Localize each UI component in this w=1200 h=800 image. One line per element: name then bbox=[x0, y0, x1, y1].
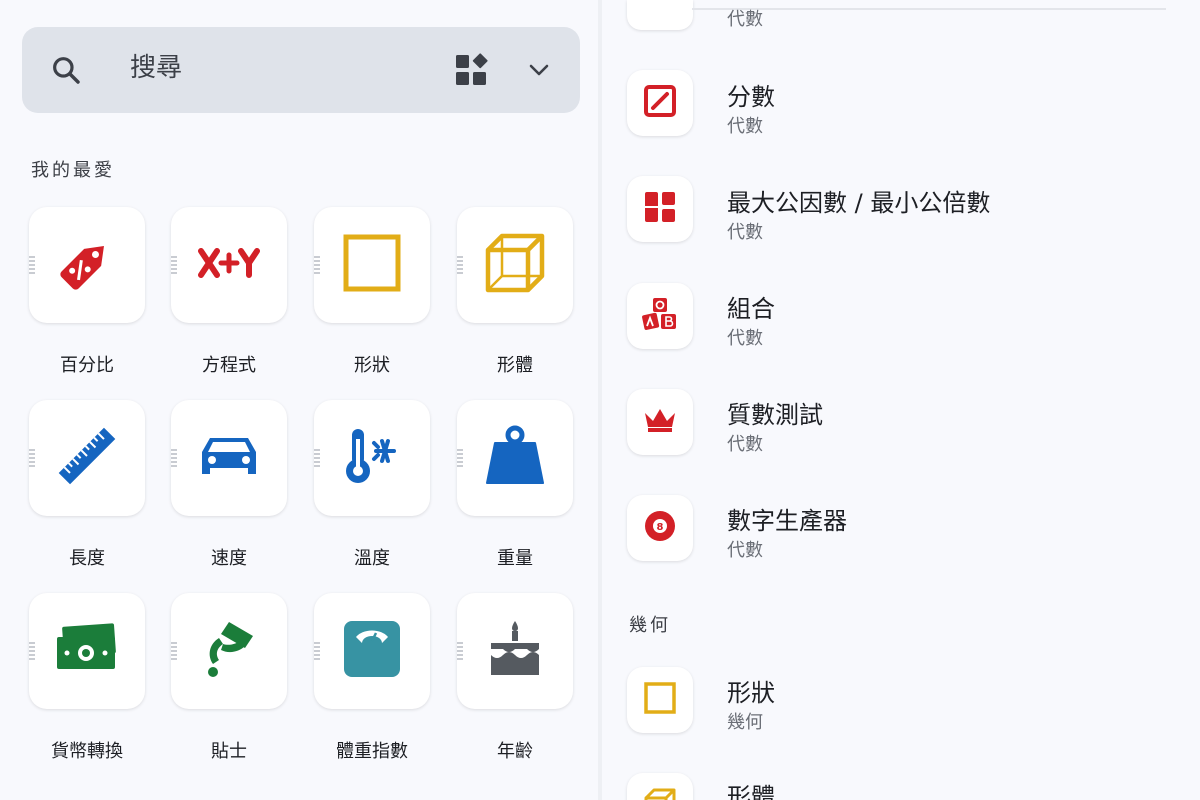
x-plus-y-icon bbox=[197, 243, 261, 287]
crown-icon bbox=[643, 407, 677, 437]
favorite-currency[interactable] bbox=[29, 593, 145, 709]
favorite-label: 形狀 bbox=[354, 355, 390, 376]
weight-icon bbox=[485, 425, 545, 491]
drag-handle[interactable] bbox=[29, 449, 35, 467]
list-item-sub: 代數 bbox=[727, 9, 763, 30]
drag-handle[interactable] bbox=[457, 449, 463, 467]
favorite-label: 百分比 bbox=[60, 355, 114, 376]
drag-handle[interactable] bbox=[171, 642, 177, 660]
cube-icon bbox=[484, 232, 546, 298]
favorite-bmi[interactable] bbox=[314, 593, 430, 709]
list-item-solid[interactable] bbox=[627, 773, 693, 800]
favorite-solid[interactable] bbox=[457, 207, 573, 323]
list-item-title[interactable]: 最大公因數 / 最小公倍數 bbox=[727, 183, 990, 218]
scale-icon bbox=[342, 619, 402, 683]
list-item-sub: 幾何 bbox=[727, 712, 763, 733]
thermometer-snow-icon bbox=[342, 425, 402, 491]
favorite-label: 貼士 bbox=[211, 741, 247, 762]
favorite-label: 形體 bbox=[497, 355, 533, 376]
category-grid-icon[interactable] bbox=[454, 53, 490, 87]
favorites-panel: 我的最愛 百分比 方程式 形狀 形體 bbox=[0, 0, 598, 800]
square-icon bbox=[342, 233, 402, 297]
search-input[interactable] bbox=[130, 53, 430, 83]
favorite-shape[interactable] bbox=[314, 207, 430, 323]
favorite-label: 年齡 bbox=[497, 741, 533, 762]
cube-icon bbox=[643, 787, 677, 800]
list-item-title[interactable]: 數字生產器 bbox=[727, 501, 847, 536]
drag-handle[interactable] bbox=[29, 642, 35, 660]
blocks-icon bbox=[643, 190, 677, 228]
birthday-cake-icon bbox=[487, 619, 543, 683]
favorite-temperature[interactable] bbox=[314, 400, 430, 516]
list-item-fraction[interactable] bbox=[627, 70, 693, 136]
search-bar[interactable] bbox=[22, 27, 580, 113]
list-item-number-generator[interactable]: 8 bbox=[627, 495, 693, 561]
favorite-label: 貨幣轉換 bbox=[51, 741, 123, 762]
favorite-label: 速度 bbox=[211, 548, 247, 569]
drag-handle[interactable] bbox=[314, 642, 320, 660]
fraction-icon bbox=[643, 84, 677, 122]
favorite-label: 重量 bbox=[497, 548, 533, 569]
list-item-prime-test[interactable] bbox=[627, 389, 693, 455]
list-item-sub: 代數 bbox=[727, 116, 763, 137]
list-item-title[interactable]: 形狀 bbox=[727, 673, 775, 708]
svg-text:8: 8 bbox=[657, 522, 664, 533]
ruler-icon bbox=[55, 424, 119, 492]
favorite-equation[interactable] bbox=[171, 207, 287, 323]
drag-handle[interactable] bbox=[314, 256, 320, 274]
list-item-sub: 代數 bbox=[727, 328, 763, 349]
list-item-title[interactable]: 分數 bbox=[727, 77, 775, 112]
banknote-icon bbox=[55, 623, 119, 679]
list-item-sub: 代數 bbox=[727, 222, 763, 243]
list-item-gcd-lcm[interactable] bbox=[627, 176, 693, 242]
list-item-combination[interactable] bbox=[627, 283, 693, 349]
divider bbox=[692, 8, 1166, 10]
percent-tag-icon bbox=[55, 231, 119, 299]
drag-handle[interactable] bbox=[29, 256, 35, 274]
favorite-percent[interactable] bbox=[29, 207, 145, 323]
favorite-age[interactable] bbox=[457, 593, 573, 709]
chevron-down-icon[interactable] bbox=[525, 57, 553, 83]
eight-ball-icon: 8 bbox=[643, 509, 677, 547]
car-icon bbox=[198, 432, 260, 484]
drag-handle[interactable] bbox=[171, 449, 177, 467]
search-icon[interactable] bbox=[50, 54, 82, 86]
favorite-label: 長度 bbox=[69, 548, 105, 569]
list-item-shape[interactable] bbox=[627, 667, 693, 733]
square-icon bbox=[643, 681, 677, 719]
favorite-label: 方程式 bbox=[202, 355, 256, 376]
drag-handle[interactable] bbox=[171, 256, 177, 274]
favorite-label: 體重指數 bbox=[336, 741, 408, 762]
tip-hand-icon bbox=[199, 618, 259, 684]
favorite-tip[interactable] bbox=[171, 593, 287, 709]
favorite-weight[interactable] bbox=[457, 400, 573, 516]
drag-handle[interactable] bbox=[457, 642, 463, 660]
drag-handle[interactable] bbox=[457, 256, 463, 274]
favorite-label: 溫度 bbox=[354, 548, 390, 569]
abc-blocks-icon bbox=[642, 297, 678, 335]
list-item-title[interactable]: 形體 bbox=[727, 777, 775, 800]
list-item-sub: 代數 bbox=[727, 434, 763, 455]
section-header-geometry: 幾何 bbox=[629, 615, 671, 636]
calculator-list-panel: 代數 分數 代數 最大公因數 / 最小公倍數 代數 組合 代數 質數測試 代數 … bbox=[602, 0, 1200, 800]
favorite-length[interactable] bbox=[29, 400, 145, 516]
drag-handle[interactable] bbox=[314, 449, 320, 467]
favorites-title: 我的最愛 bbox=[31, 160, 115, 181]
list-item-sub: 代數 bbox=[727, 540, 763, 561]
favorite-speed[interactable] bbox=[171, 400, 287, 516]
list-item-title[interactable]: 質數測試 bbox=[727, 395, 823, 430]
list-item-icon-partial[interactable] bbox=[627, 0, 693, 30]
list-item-title[interactable]: 組合 bbox=[727, 289, 775, 324]
